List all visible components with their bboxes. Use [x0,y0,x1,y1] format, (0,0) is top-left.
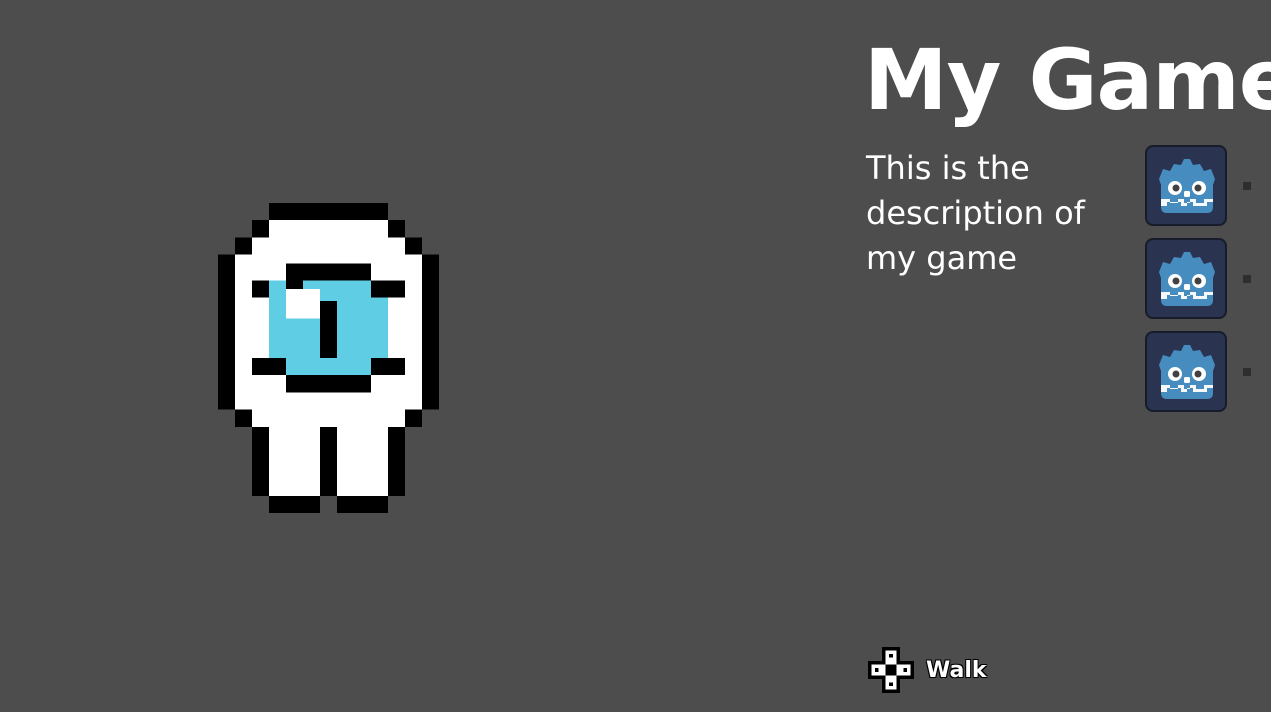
godot-icon [1159,159,1215,213]
slot-indicator [1243,182,1251,190]
item-slot-2[interactable] [1145,238,1227,319]
item-slot-row [1145,145,1271,238]
game-viewport: My Game This is the description of my ga… [0,0,1271,712]
dpad-icon [868,647,914,693]
item-slot-row [1145,238,1271,331]
control-hint-walk: Walk [868,647,987,693]
character-sprite [218,203,439,513]
godot-icon [1159,345,1215,399]
item-slot-1[interactable] [1145,145,1227,226]
item-slot-list [1145,145,1271,424]
item-slot-3[interactable] [1145,331,1227,412]
slot-indicator [1243,275,1251,283]
control-hint-label: Walk [926,657,987,683]
godot-icon [1159,252,1215,306]
item-slot-row [1145,331,1271,424]
game-description: This is the description of my game [866,149,1085,277]
game-title: My Game [864,31,1271,129]
slot-indicator [1243,368,1251,376]
